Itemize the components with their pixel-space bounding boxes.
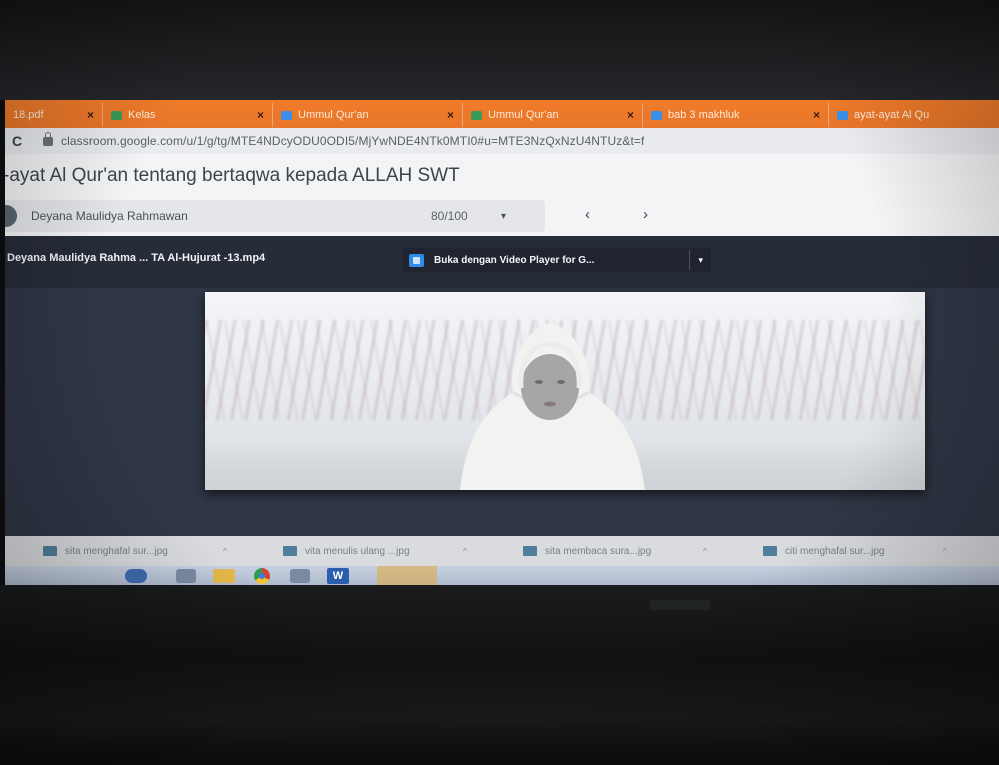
person-in-hijab-image [460, 322, 645, 490]
url-field[interactable]: classroom.google.com/u/1/g/tg/MTE4NDcyOD… [61, 134, 644, 148]
viewer-header: Deyana Maulidya Rahma ... TA Al-Hujurat … [5, 236, 999, 288]
chevron-up-icon[interactable]: ^ [703, 547, 707, 556]
avatar [5, 205, 17, 227]
file-viewer: Deyana Maulidya Rahma ... TA Al-Hujurat … [5, 236, 999, 536]
app-icon [290, 569, 310, 583]
student-selector[interactable]: Deyana Maulidya Rahmawan 80/100 ▾ [5, 200, 545, 232]
taskbar-item[interactable]: W [319, 566, 357, 586]
video-preview[interactable] [205, 292, 925, 490]
previous-student-button[interactable]: ‹ [585, 206, 590, 223]
browser-tab[interactable]: Ummul Qur'an × [463, 103, 643, 127]
close-tab-icon[interactable]: × [627, 108, 634, 122]
monitor-bezel-bottom [0, 585, 999, 765]
browser-tab[interactable]: 18.pdf × [5, 103, 103, 127]
browser-tab[interactable]: Kelas × [103, 103, 273, 127]
folder-icon [213, 569, 235, 583]
close-tab-icon[interactable]: × [813, 108, 820, 122]
close-tab-icon[interactable]: × [447, 108, 454, 122]
download-file-name: citi menghafal sur...jpg [785, 545, 885, 557]
tab-label: 18.pdf [13, 109, 44, 121]
next-student-button[interactable]: › [643, 206, 648, 223]
tab-label: Ummul Qur'an [488, 109, 559, 121]
monitor-logo [650, 600, 710, 610]
download-item[interactable]: citi menghafal sur...jpg ^ [725, 546, 965, 557]
chevron-up-icon[interactable]: ^ [463, 547, 467, 556]
download-item[interactable]: sita menghafal sur...jpg ^ [5, 546, 245, 557]
start-button[interactable] [125, 569, 147, 583]
taskbar-item[interactable] [205, 566, 243, 586]
download-file-name: sita membaca sura...jpg [545, 545, 652, 557]
tab-label: Kelas [128, 109, 156, 121]
browser-tab[interactable]: Ummul Qur'an × [273, 103, 463, 127]
lock-icon [43, 131, 53, 146]
monitor-bezel-top [0, 0, 999, 100]
windows-taskbar: W [5, 566, 999, 586]
classroom-icon [837, 110, 848, 120]
image-file-icon [283, 546, 297, 556]
grade-value[interactable]: 80/100 [431, 209, 501, 223]
image-file-icon [763, 546, 777, 556]
reload-icon[interactable]: C [5, 133, 29, 149]
chevron-up-icon[interactable]: ^ [223, 547, 227, 556]
assignment-header: -ayat Al Qur'an tentang bertaqwa kepada … [5, 154, 999, 198]
student-bar: Deyana Maulidya Rahmawan 80/100 ▾ ‹ › [5, 198, 999, 236]
open-with-button[interactable]: Buka dengan Video Player for G... ▾ [403, 248, 711, 272]
student-name: Deyana Maulidya Rahmawan [31, 209, 188, 223]
divider [689, 250, 691, 270]
page-title: -ayat Al Qur'an tentang bertaqwa kepada … [5, 165, 460, 186]
taskbar-item[interactable] [243, 566, 281, 586]
downloads-shelf: sita menghafal sur...jpg ^ vita menulis … [5, 536, 999, 566]
close-tab-icon[interactable]: × [87, 108, 94, 122]
open-with-label: Buka dengan Video Player for G... [434, 254, 595, 266]
download-file-name: vita menulis ulang ...jpg [305, 545, 410, 557]
tab-label: bab 3 makhluk [668, 109, 740, 121]
chevron-down-icon[interactable]: ▾ [698, 255, 703, 266]
image-file-icon [523, 546, 537, 556]
taskbar-item[interactable] [281, 566, 319, 586]
browser-tab[interactable]: bab 3 makhluk × [643, 103, 829, 127]
chrome-icon [254, 568, 270, 584]
chevron-up-icon[interactable]: ^ [943, 547, 947, 556]
image-file-icon [43, 546, 57, 556]
classroom-icon [281, 110, 292, 120]
download-item[interactable]: sita membaca sura...jpg ^ [485, 546, 725, 557]
download-file-name: sita menghafal sur...jpg [65, 545, 168, 557]
classroom-icon [651, 110, 662, 120]
tab-label: Ummul Qur'an [298, 109, 369, 121]
download-item[interactable]: vita menulis ulang ...jpg ^ [245, 546, 485, 557]
tab-strip: 18.pdf × Kelas × Ummul Qur'an × Ummul Qu… [5, 100, 999, 128]
taskbar-highlight[interactable] [377, 566, 437, 586]
video-player-icon [409, 253, 424, 267]
file-name: Deyana Maulidya Rahma ... TA Al-Hujurat … [7, 252, 266, 264]
close-tab-icon[interactable]: × [257, 108, 264, 122]
classroom-icon [471, 110, 482, 120]
word-icon: W [327, 568, 349, 584]
monitor-screen: 18.pdf × Kelas × Ummul Qur'an × Ummul Qu… [5, 100, 999, 586]
classroom-icon [111, 110, 122, 120]
app-icon [176, 569, 196, 583]
tab-label: ayat-ayat Al Qu [854, 109, 930, 121]
address-bar: C classroom.google.com/u/1/g/tg/MTE4NDcy… [5, 128, 999, 154]
browser-tab[interactable]: ayat-ayat Al Qu [829, 103, 999, 127]
chevron-down-icon[interactable]: ▾ [501, 211, 506, 222]
taskbar-item[interactable] [167, 566, 205, 586]
